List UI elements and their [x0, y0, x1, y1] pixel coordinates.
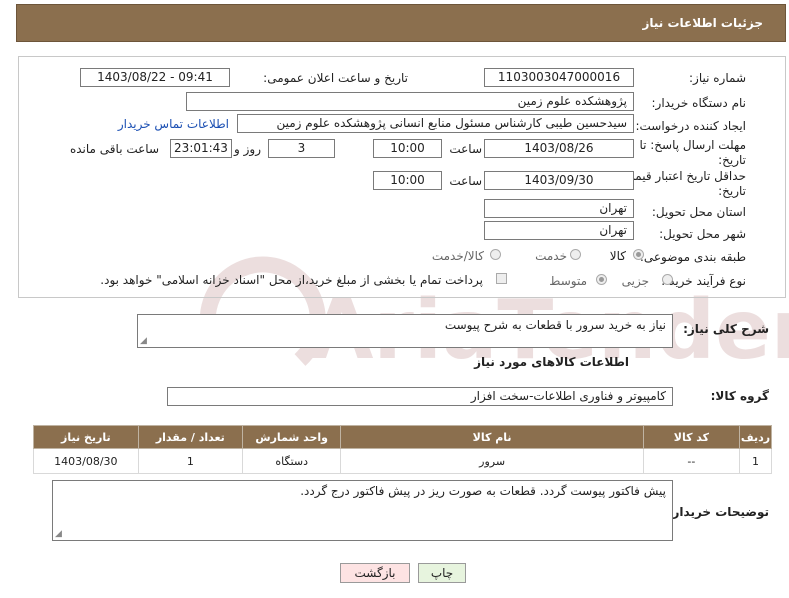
- cell-unit: دستگاه: [241, 448, 342, 474]
- resize-grip-icon[interactable]: ◢: [140, 337, 147, 346]
- announce-datetime-field[interactable]: 1403/08/22 - 09:41: [80, 68, 230, 87]
- resize-grip-icon[interactable]: ◢: [55, 530, 62, 539]
- category-option-service: خدمت: [535, 249, 567, 263]
- delivery-province-label: استان محل تحویل:: [651, 205, 746, 219]
- remaining-time-field[interactable]: 23:01:43: [170, 139, 232, 158]
- col-row-header: ردیف: [739, 425, 772, 449]
- process-radio-medium[interactable]: [596, 274, 607, 285]
- cell-name: سرور: [340, 448, 644, 474]
- treasury-payment-note: پرداخت تمام یا بخشی از مبلغ خرید،از محل …: [100, 273, 483, 287]
- buyer-org-label: نام دستگاه خریدار:: [651, 96, 747, 110]
- category-radio-service[interactable]: [570, 249, 581, 260]
- print-button[interactable]: چاپ: [418, 563, 466, 583]
- buyer-notes-text: پیش فاکتور پیوست گردد. قطعات به صورت ریز…: [300, 484, 666, 498]
- category-option-goods: کالا: [609, 249, 626, 263]
- announce-datetime-label: تاریخ و ساعت اعلان عمومی:: [263, 71, 408, 85]
- response-deadline-time-label: ساعت: [449, 142, 482, 156]
- items-table-header: ردیف کد کالا نام کالا واحد شمارش تعداد /…: [33, 425, 772, 449]
- back-button[interactable]: بازگشت: [340, 563, 410, 583]
- page-header: جزئیات اطلاعات نیاز: [16, 4, 786, 42]
- col-name-header: نام کالا: [340, 425, 644, 449]
- goods-info-title: اطلاعات کالاهای مورد نیاز: [474, 355, 629, 369]
- goods-group-field[interactable]: کامپیوتر و فناوری اطلاعات-سخت افزار: [167, 387, 673, 406]
- buyer-org-field[interactable]: پژوهشکده علوم زمین: [186, 92, 634, 111]
- process-option-medium: متوسط: [549, 274, 587, 288]
- response-deadline-label: مهلت ارسال پاسخ: تا: [639, 138, 746, 152]
- category-radio-goods[interactable]: [633, 249, 644, 260]
- process-radio-minor[interactable]: [662, 274, 673, 285]
- price-validity-time-label: ساعت: [449, 174, 482, 188]
- requester-label: ایجاد کننده درخواست:: [635, 119, 746, 133]
- need-description-text: نیاز به خرید سرور با قطعات به شرح پیوست: [444, 318, 666, 332]
- buyer-notes-label: توضیحات خریدار:: [667, 505, 769, 519]
- goods-group-label: گروه کالا:: [710, 389, 769, 403]
- page-title: جزئیات اطلاعات نیاز: [642, 16, 763, 30]
- response-deadline-label-date: تاریخ:: [718, 153, 746, 167]
- cell-qty: 1: [137, 448, 243, 474]
- col-code-header: کد کالا: [642, 425, 741, 449]
- days-label: روز و: [234, 142, 261, 156]
- table-row[interactable]: 1 -- سرور دستگاه 1 1403/08/30: [33, 448, 772, 474]
- remaining-time-label: ساعت باقی مانده: [69, 142, 159, 156]
- price-validity-date-field[interactable]: 1403/09/30: [484, 171, 634, 190]
- price-validity-time-field[interactable]: 10:00: [373, 171, 442, 190]
- treasury-payment-checkbox[interactable]: [496, 273, 507, 284]
- price-validity-label-date: تاریخ:: [718, 184, 746, 198]
- cell-code: --: [642, 448, 741, 474]
- col-unit-header: واحد شمارش: [241, 425, 342, 449]
- col-date-header: تاریخ نیاز: [33, 425, 139, 449]
- col-qty-header: تعداد / مقدار: [137, 425, 243, 449]
- requester-field[interactable]: سیدحسین طیبی کارشناس مسئول منابع انسانی …: [237, 114, 634, 133]
- items-table: ردیف کد کالا نام کالا واحد شمارش تعداد /…: [33, 425, 772, 474]
- delivery-city-field[interactable]: تهران: [484, 221, 634, 240]
- cell-row: 1: [739, 448, 772, 474]
- buyer-notes-textarea[interactable]: پیش فاکتور پیوست گردد. قطعات به صورت ریز…: [52, 480, 673, 541]
- category-option-goods-service: کالا/خدمت: [431, 249, 484, 263]
- process-option-minor: جزیی: [621, 274, 649, 288]
- response-deadline-date-field[interactable]: 1403/08/26: [484, 139, 634, 158]
- need-description-textarea[interactable]: نیاز به خرید سرور با قطعات به شرح پیوست …: [137, 314, 673, 348]
- purchase-process-label: نوع فرآیند خرید :: [661, 274, 746, 288]
- category-radio-goods-service[interactable]: [490, 249, 501, 260]
- delivery-city-label: شهر محل تحویل:: [659, 227, 746, 241]
- delivery-province-field[interactable]: تهران: [484, 199, 634, 218]
- response-deadline-days-field[interactable]: 3: [268, 139, 335, 158]
- buyer-contact-link[interactable]: اطلاعات تماس خریدار: [118, 117, 229, 131]
- response-deadline-time-field[interactable]: 10:00: [373, 139, 442, 158]
- need-number-field[interactable]: 1103003047000016: [484, 68, 634, 87]
- need-number-label: شماره نیاز:: [689, 71, 746, 85]
- need-description-label: شرح کلی نیاز:: [683, 322, 769, 336]
- cell-date: 1403/08/30: [33, 448, 139, 474]
- category-label: طبقه بندی موضوعی:: [639, 250, 746, 264]
